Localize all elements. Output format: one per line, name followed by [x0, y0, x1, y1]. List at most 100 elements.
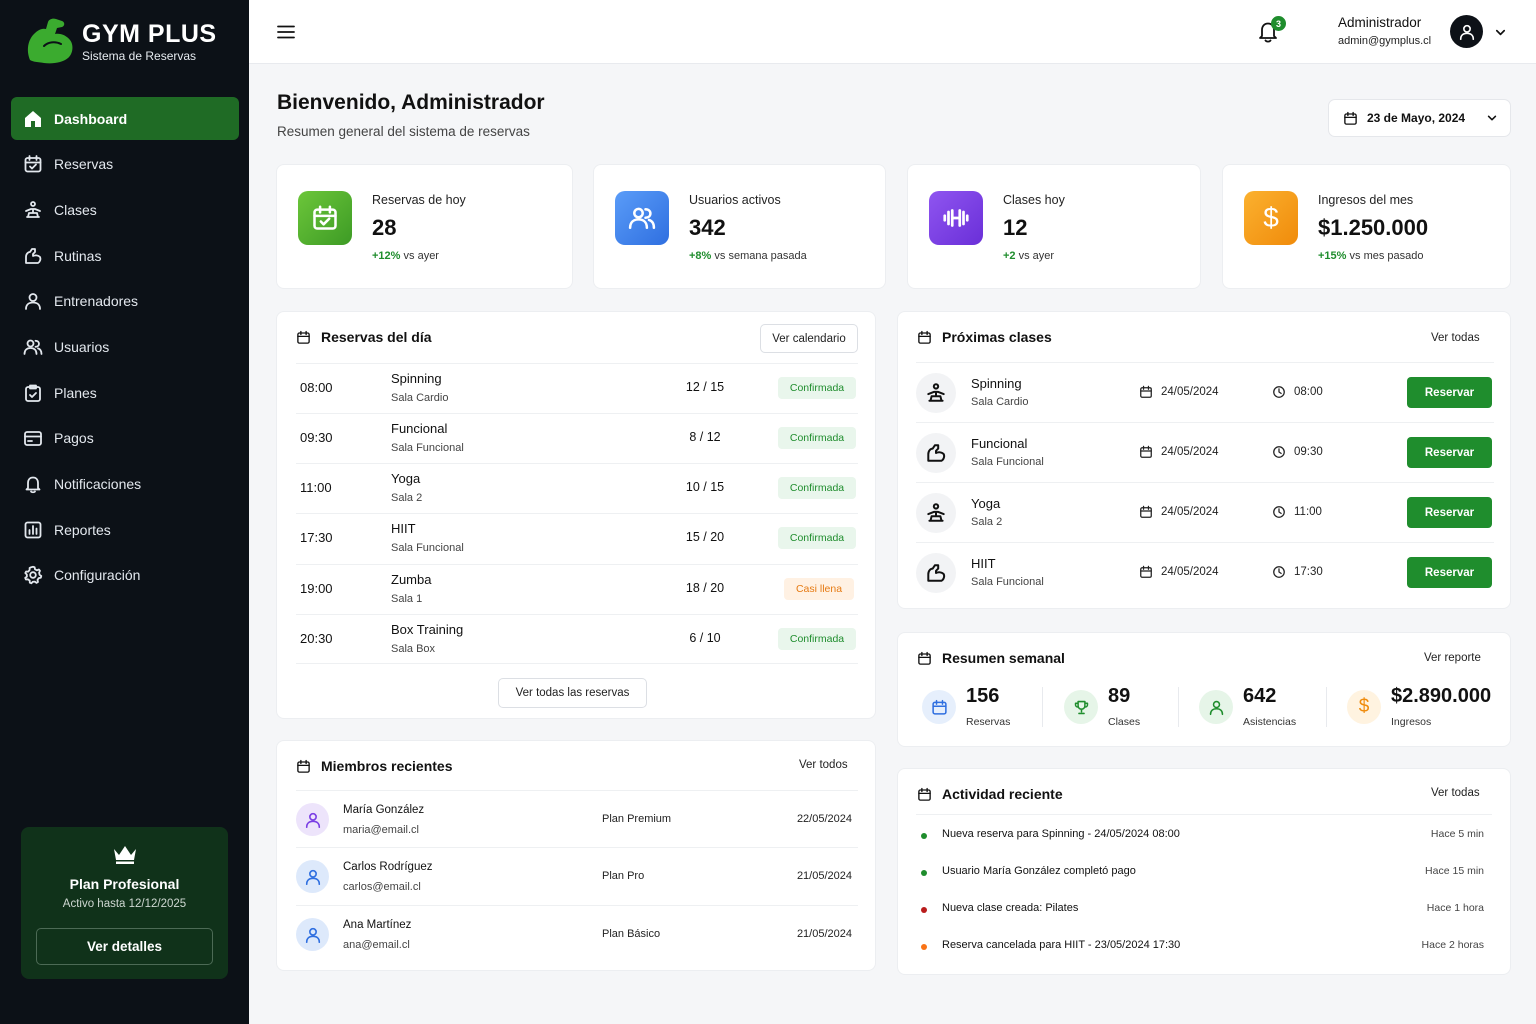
stat-card-usuarios[interactable]: Usuarios activos 342 +8% vs semana pasad… — [593, 164, 886, 289]
sidebar-item-reservas[interactable]: Reservas — [11, 143, 239, 186]
activity-time: Hace 1 hora — [1426, 902, 1484, 914]
section-header: Actividad reciente — [917, 786, 1063, 802]
table-row[interactable]: 08:00 Spinning Sala Cardio 12 / 15 Confi… — [296, 363, 858, 413]
stat-icon-bg — [298, 191, 352, 245]
class-name: Funcional — [971, 436, 1028, 451]
sidebar-item-usuarios[interactable]: Usuarios — [11, 325, 239, 368]
sidebar-item-reportes[interactable]: Reportes — [11, 508, 239, 551]
view-all-reservations-button[interactable]: Ver todas las reservas — [498, 678, 647, 708]
status-badge: Casi llena — [784, 578, 854, 600]
dumbbell-icon — [943, 209, 969, 227]
member-email: maria@email.cl — [343, 824, 419, 836]
reservation-time: 09:30 — [300, 430, 333, 445]
reserve-button[interactable]: Reservar — [1407, 497, 1492, 528]
plan-details-button[interactable]: Ver detalles — [36, 928, 213, 965]
sidebar-item-rutinas[interactable]: Rutinas — [11, 234, 239, 277]
table-row[interactable]: 11:00 Yoga Sala 2 10 / 15 Confirmada — [296, 463, 858, 513]
activity-item[interactable]: Reserva cancelada para HIIT - 23/05/2024… — [918, 929, 1488, 966]
reservation-room: Sala 1 — [391, 593, 423, 605]
weekly-value: $2.890.000 — [1391, 685, 1492, 707]
sidebar-item-notificaciones[interactable]: Notificaciones — [11, 463, 239, 506]
view-report-link[interactable]: Ver reporte — [1424, 652, 1481, 664]
hamburger-menu-icon[interactable] — [276, 22, 296, 42]
activity-item[interactable]: Usuario María González completó pago Hac… — [918, 855, 1488, 892]
weekly-value: 642 — [1243, 685, 1277, 707]
recent-activity-card: Actividad reciente Ver todas Nueva reser… — [897, 768, 1511, 975]
section-title: Actividad reciente — [942, 786, 1063, 802]
sidebar-item-dashboard[interactable]: Dashboard — [11, 97, 239, 140]
status-badge: Confirmada — [778, 477, 856, 499]
reservation-capacity: 8 / 12 — [689, 430, 721, 444]
activity-dot — [921, 907, 927, 913]
sidebar-item-label: Pagos — [54, 430, 94, 447]
brand-logo[interactable]: GYM PLUS Sistema de Reservas — [24, 16, 217, 66]
sidebar-item-label: Notificaciones — [54, 476, 142, 492]
stat-change: +15% vs mes pasado — [1318, 250, 1424, 262]
class-row: Funcional Sala Funcional 24/05/2024 09:3… — [916, 422, 1494, 482]
reserve-button[interactable]: Reservar — [1407, 377, 1492, 408]
topbar: 3 Administrador admin@gymplus.cl — [249, 0, 1536, 64]
reserve-button[interactable]: Reservar — [1407, 437, 1492, 468]
class-time: 17:30 — [1272, 565, 1323, 579]
weekly-label: Ingresos — [1391, 716, 1432, 728]
reserve-button[interactable]: Reservar — [1407, 557, 1492, 588]
status-badge: Confirmada — [778, 427, 856, 449]
plan-card: Plan Profesional Activo hasta 12/12/2025… — [21, 827, 228, 979]
muscle-icon — [927, 444, 946, 462]
table-row[interactable]: 19:00 Zumba Sala 1 18 / 20 Casi llena — [296, 564, 858, 614]
weekly-stat-reservas: 156 Reservas — [922, 685, 1042, 731]
member-name: Ana Martínez — [343, 919, 412, 931]
sidebar-item-configuracion[interactable]: Configuración — [11, 554, 239, 597]
table-row[interactable]: 20:30 Box Training Sala Box 6 / 10 Confi… — [296, 614, 858, 664]
view-all-members-link[interactable]: Ver todos — [799, 759, 848, 771]
sidebar-item-entrenadores[interactable]: Entrenadores — [11, 280, 239, 323]
divider — [1326, 687, 1327, 727]
reservation-class: Box Training — [391, 622, 464, 637]
sidebar-item-pagos[interactable]: Pagos — [11, 417, 239, 460]
sidebar-item-planes[interactable]: Planes — [11, 371, 239, 414]
sidebar-item-label: Clases — [54, 201, 97, 218]
user-name[interactable]: Administrador — [1338, 15, 1421, 30]
activity-item[interactable]: Nueva clase creada: Pilates Hace 1 hora — [918, 892, 1488, 929]
reservation-class: Zumba — [391, 572, 432, 587]
member-name: María González — [343, 804, 425, 816]
user-avatar[interactable] — [1450, 15, 1483, 48]
chevron-down-icon[interactable] — [1494, 26, 1507, 39]
exercise-icon — [25, 200, 41, 218]
users-icon — [23, 339, 43, 355]
plan-title: Plan Profesional — [69, 876, 180, 892]
member-row[interactable]: María González maria@email.cl Plan Premi… — [296, 790, 858, 847]
class-date: 24/05/2024 — [1139, 445, 1219, 459]
member-plan: Plan Básico — [602, 928, 661, 940]
weekly-stat-asistencias: 642 Asistencias — [1199, 685, 1319, 731]
view-all-activity-link[interactable]: Ver todas — [1431, 787, 1480, 799]
sidebar-nav: Dashboard Reservas Clases Rutinas Entren… — [11, 97, 239, 600]
sidebar-item-clases[interactable]: Clases — [11, 188, 239, 231]
section-title: Próximas clases — [942, 329, 1052, 345]
class-room: Sala Funcional — [971, 456, 1044, 468]
view-calendar-button[interactable]: Ver calendario — [760, 324, 858, 353]
weekly-value: 89 — [1108, 685, 1131, 707]
stat-card-clases[interactable]: Clases hoy 12 +2 vs ayer — [907, 164, 1201, 289]
date-picker[interactable]: 23 de Mayo, 2024 — [1328, 99, 1511, 137]
member-row[interactable]: Carlos Rodríguez carlos@email.cl Plan Pr… — [296, 847, 858, 904]
table-row[interactable]: 17:30 HIIT Sala Funcional 15 / 20 Confir… — [296, 513, 858, 563]
page-title: Bienvenido, Administrador — [277, 91, 545, 114]
weekly-stat-clases: 89 Clases — [1064, 685, 1184, 731]
user-icon — [1209, 700, 1223, 715]
activity-item[interactable]: Nueva reserva para Spinning - 24/05/2024… — [918, 818, 1488, 855]
view-all-classes-link[interactable]: Ver todas — [1431, 332, 1480, 344]
reservation-time: 19:00 — [300, 581, 333, 596]
member-plan: Plan Premium — [602, 813, 672, 825]
activity-time: Hace 15 min — [1425, 865, 1484, 877]
table-row[interactable]: 09:30 Funcional Sala Funcional 8 / 12 Co… — [296, 413, 858, 463]
class-icon — [916, 553, 956, 593]
member-row[interactable]: Ana Martínez ana@email.cl Plan Básico 21… — [296, 905, 858, 962]
class-name: HIIT — [971, 556, 996, 571]
stat-card-reservas[interactable]: Reservas de hoy 28 +12% vs ayer — [276, 164, 573, 289]
avatar — [296, 918, 329, 951]
stat-card-ingresos[interactable]: $ Ingresos del mes $1.250.000 +15% vs me… — [1222, 164, 1511, 289]
activity-dot — [921, 944, 927, 950]
divider — [1178, 687, 1179, 727]
class-time: 11:00 — [1272, 505, 1322, 519]
